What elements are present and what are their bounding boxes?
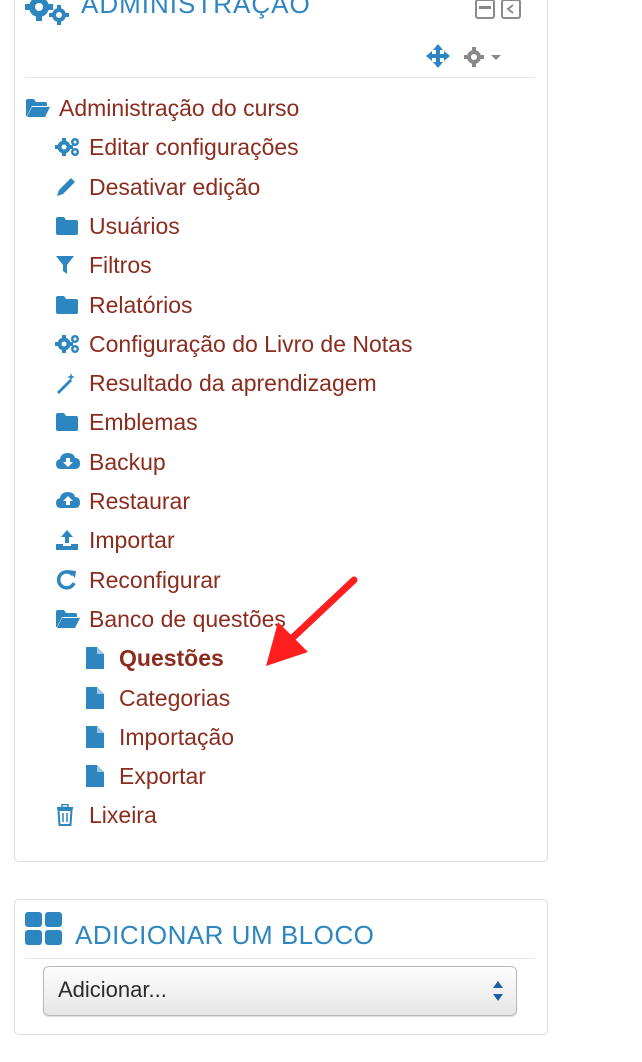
cloud-upload-icon — [55, 487, 83, 515]
header-divider — [25, 958, 535, 959]
magic-wand-icon — [55, 369, 83, 397]
select-arrows-icon — [492, 979, 504, 1008]
tree-item-label: Editar configurações — [89, 133, 299, 160]
refresh-icon — [55, 566, 83, 594]
add-block: ADICIONAR UM BLOCO Adicionar... — [14, 899, 548, 1035]
tree-item[interactable]: Importação — [85, 722, 234, 752]
tree-item-label: Filtros — [89, 251, 152, 278]
tree-item-label: Configuração do Livro de Notas — [89, 330, 413, 357]
tree-item-label: Backup — [89, 448, 166, 475]
tree-item[interactable]: Reconfigurar — [55, 565, 221, 595]
tree-item-label: Lixeira — [89, 801, 157, 828]
tree-item[interactable]: Usuários — [55, 211, 180, 241]
folder-icon — [55, 408, 83, 436]
tree-item[interactable]: Banco de questões — [55, 604, 286, 634]
block-title: ADMINISTRAÇÃO — [81, 0, 311, 19]
folder-open-icon — [55, 605, 83, 633]
tree-item-label: Administração do curso — [59, 94, 300, 121]
move-icon[interactable] — [425, 43, 451, 74]
tree-item[interactable]: Relatórios — [55, 290, 193, 320]
file-icon — [85, 762, 113, 790]
gears-icon — [55, 133, 83, 161]
file-icon — [85, 684, 113, 712]
administration-block-header: ADMINISTRAÇÃO — [25, 0, 535, 29]
administration-block: ADMINISTRAÇÃO Administração do curso Edi… — [14, 0, 548, 862]
add-block-select[interactable]: Adicionar... — [43, 966, 517, 1016]
tree-item-label: Importação — [119, 723, 235, 750]
tree-item[interactable]: Questões — [85, 643, 224, 673]
trash-icon — [55, 801, 83, 829]
cloud-download-icon — [55, 448, 83, 476]
folder-icon — [55, 212, 83, 240]
gears-icon — [25, 0, 73, 34]
tree-item[interactable]: Importar — [55, 525, 175, 555]
tree-item-label: Resultado da aprendizagem — [89, 369, 377, 396]
pencil-icon — [55, 173, 83, 201]
folder-open-icon — [25, 94, 53, 122]
minimize-block-icon[interactable] — [475, 0, 495, 19]
tree-item[interactable]: Resultado da aprendizagem — [55, 368, 377, 398]
select-value: Adicionar... — [58, 977, 167, 1002]
tree-item[interactable]: Administração do curso — [25, 93, 299, 123]
tree-item[interactable]: Restaurar — [55, 486, 190, 516]
annotation-arrow-icon — [266, 576, 358, 666]
gear-menu-icon[interactable] — [463, 45, 505, 74]
tree-item-label: Desativar edição — [89, 173, 261, 200]
tree-item-label: Emblemas — [89, 408, 198, 435]
filter-icon — [55, 251, 83, 279]
tree-item-label: Usuários — [89, 212, 180, 239]
tree-item[interactable]: Filtros — [55, 250, 152, 280]
block-title: ADICIONAR UM BLOCO — [75, 920, 375, 950]
tree-item[interactable]: Editar configurações — [55, 132, 299, 162]
file-icon — [85, 644, 113, 672]
header-divider — [25, 77, 535, 78]
tree-item-label: Reconfigurar — [89, 566, 221, 593]
dock-block-icon[interactable] — [501, 0, 521, 19]
tree-item-label: Restaurar — [89, 487, 190, 514]
file-icon — [85, 723, 113, 751]
upload-icon — [55, 526, 83, 554]
gears-icon — [55, 330, 83, 358]
tree-item-label: Categorias — [119, 684, 231, 711]
blocks-icon — [25, 912, 63, 951]
tree-item[interactable]: Categorias — [85, 683, 230, 713]
tree-item[interactable]: Lixeira — [55, 800, 157, 830]
tree-item-label: Questões — [119, 644, 224, 671]
folder-icon — [55, 291, 83, 319]
tree-item-label: Relatórios — [89, 291, 193, 318]
tree-item[interactable]: Configuração do Livro de Notas — [55, 329, 412, 359]
tree-item[interactable]: Backup — [55, 447, 166, 477]
tree-item[interactable]: Desativar edição — [55, 172, 260, 202]
tree-item-label: Importar — [89, 526, 175, 553]
tree-item[interactable]: Emblemas — [55, 407, 198, 437]
tree-item-label: Exportar — [119, 762, 206, 789]
tree-item[interactable]: Exportar — [85, 761, 206, 791]
